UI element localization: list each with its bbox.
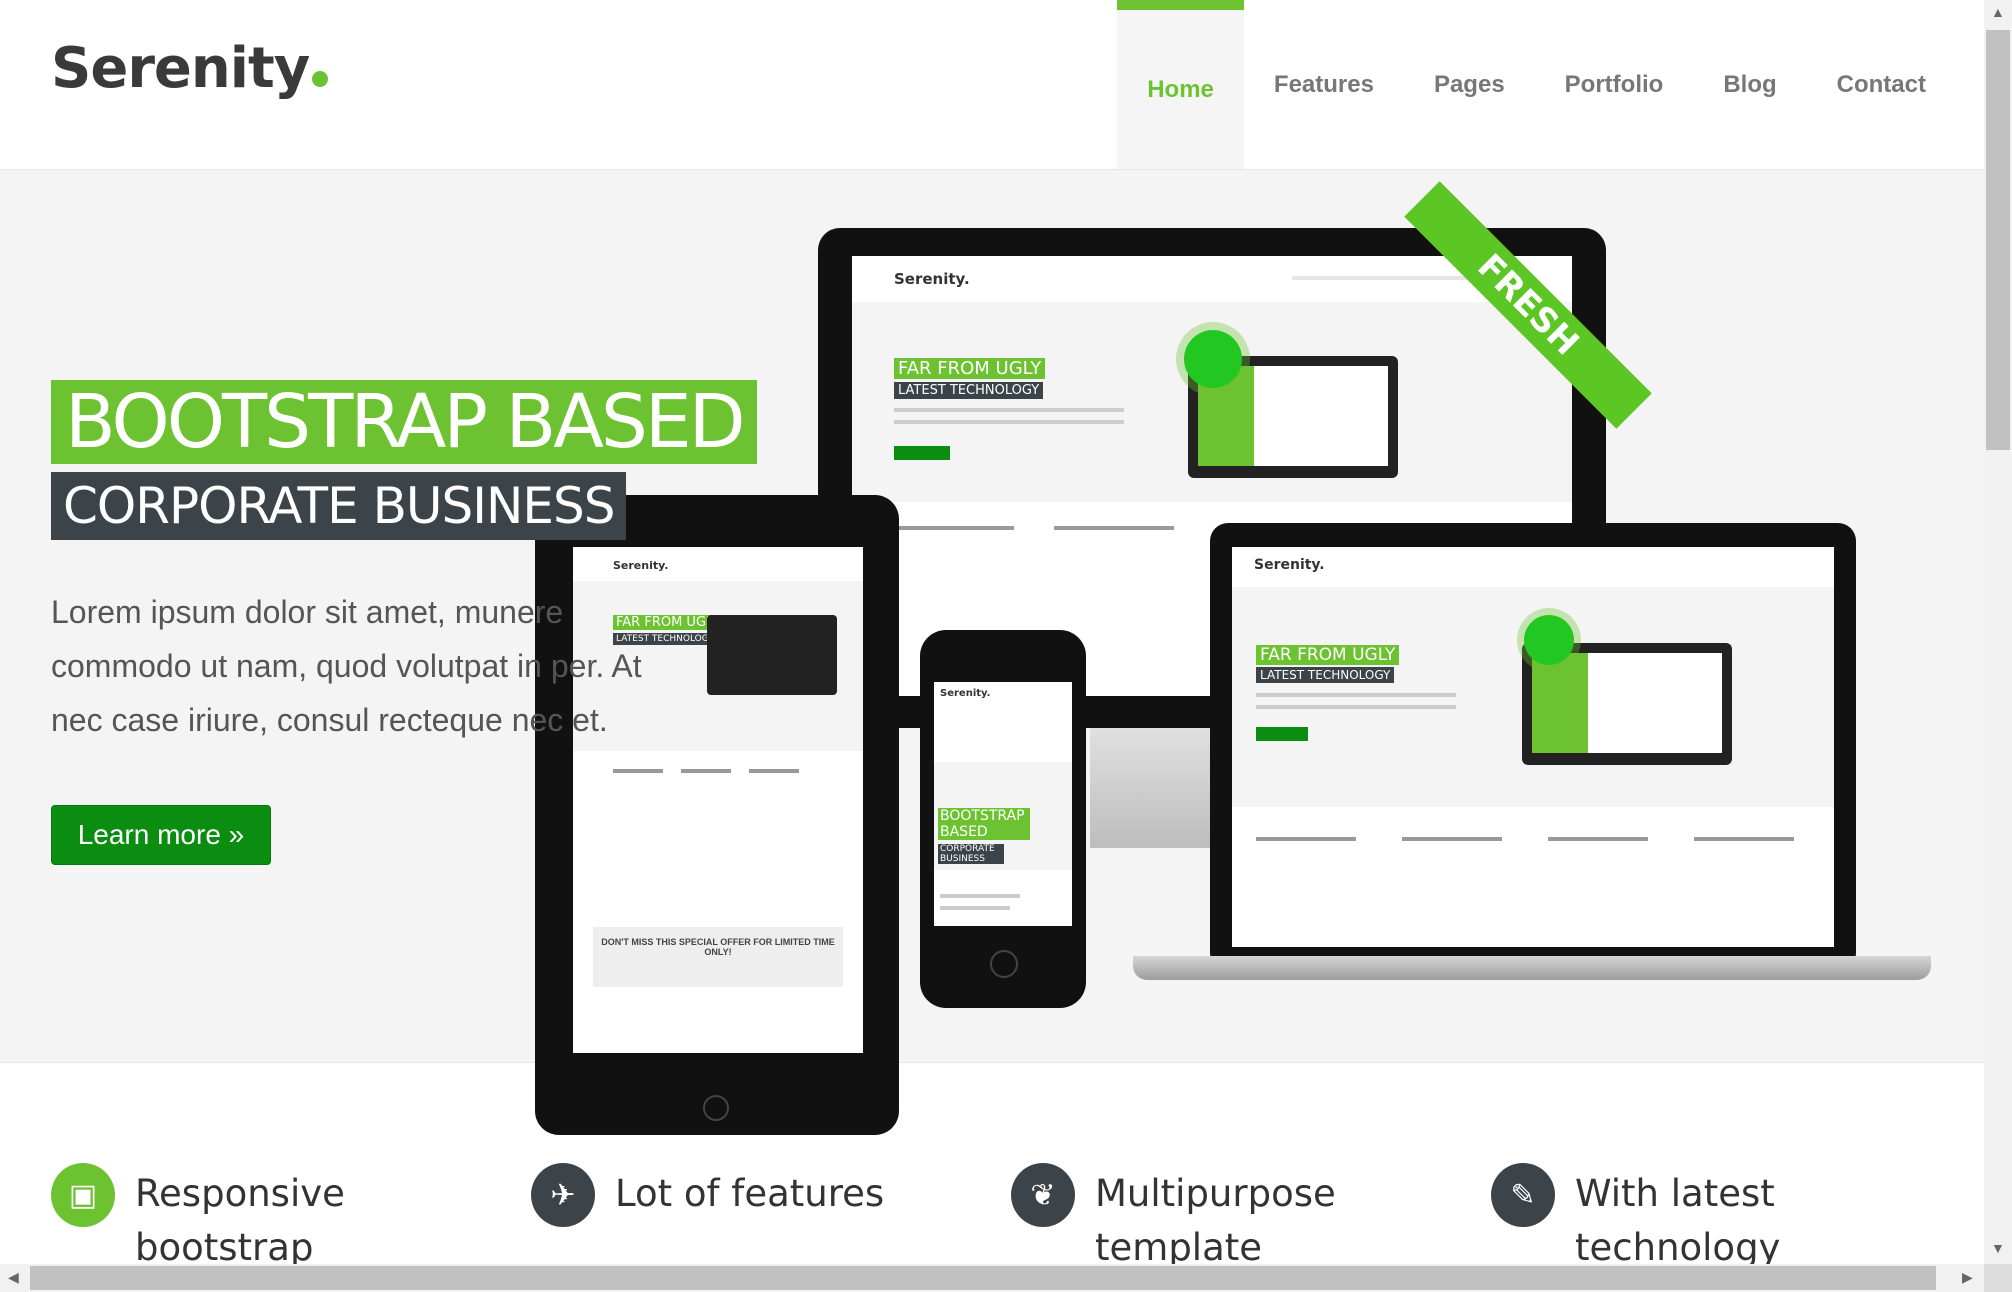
main-nav: Home Features Pages Portfolio Blog Conta…: [1117, 0, 1956, 169]
monitor-text-line: [894, 408, 1124, 412]
laptop-inner-panel: [1532, 653, 1588, 753]
monitor-mini-button: [894, 446, 950, 460]
monitor-green-label: FAR FROM UGLY: [894, 358, 1046, 379]
phone-text-line: [940, 894, 1020, 898]
monitor-logo: Serenity.: [894, 270, 970, 288]
laptop-base: [1133, 956, 1931, 980]
feature-title[interactable]: Responsive bootstrap: [135, 1167, 515, 1275]
tablet-feature-line: [613, 769, 663, 773]
laptop-dark-label: LATEST TECHNOLOGY: [1256, 667, 1395, 683]
phone-screen: Serenity. BOOTSTRAP BASED CORPORATE BUSI…: [934, 682, 1072, 926]
laptop-screen: Serenity. FAR FROM UGLY LATEST TECHNOLOG…: [1232, 547, 1834, 947]
tablet-offer-box: DON'T MISS THIS SPECIAL OFFER FOR LIMITE…: [593, 927, 843, 987]
laptop-green-label: FAR FROM UGLY: [1256, 645, 1400, 665]
laptop-text-line: [1256, 693, 1456, 697]
top-badge-icon: [1524, 615, 1574, 665]
horizontal-scroll-thumb[interactable]: [30, 1266, 1936, 1290]
nav-item-blog[interactable]: Blog: [1693, 0, 1806, 169]
feature-title[interactable]: Multipurpose template: [1095, 1167, 1475, 1275]
laptop-feature-line: [1694, 837, 1794, 841]
tablet-logo: Serenity.: [613, 559, 669, 572]
leaf-icon: ❦: [1011, 1163, 1075, 1227]
nav-item-pages[interactable]: Pages: [1404, 0, 1535, 169]
hero-headline-secondary: CORPORATE BUSINESS: [51, 472, 627, 540]
nav-item-contact[interactable]: Contact: [1807, 0, 1956, 169]
laptop-text-line: [1256, 705, 1456, 709]
nav-item-portfolio[interactable]: Portfolio: [1535, 0, 1694, 169]
phone-logo: Serenity.: [940, 688, 991, 699]
laptop-feature-line: [1548, 837, 1648, 841]
scroll-left-arrow-icon[interactable]: ◀: [8, 1269, 19, 1286]
monitor-dark-label: LATEST TECHNOLOGY: [894, 382, 1044, 399]
monitor-feature-line: [1054, 526, 1174, 530]
phone-dark-label: CORPORATE BUSINESS: [938, 844, 1004, 864]
laptop-inner-screen: [1532, 653, 1722, 753]
laptop-device: Serenity. FAR FROM UGLY LATEST TECHNOLOG…: [1210, 523, 1856, 971]
logo-text: Serenity: [51, 36, 310, 101]
laptop-feature-line: [1402, 837, 1502, 841]
site-header: Serenity Home Features Pages Portfolio B…: [0, 0, 1984, 170]
hero-headline-primary: BOOTSTRAP BASED: [51, 380, 757, 464]
laptop-mini-button: [1256, 727, 1308, 741]
monitor-text-line: [894, 420, 1124, 424]
logo-dot-icon: [312, 71, 329, 87]
phone-home-button: [990, 950, 1018, 978]
feature-title[interactable]: With latest technology: [1575, 1167, 1955, 1275]
feature-title[interactable]: Lot of features: [615, 1167, 995, 1221]
nav-item-features[interactable]: Features: [1244, 0, 1404, 169]
monitor-feature-line: [894, 526, 1014, 530]
nav-item-home[interactable]: Home: [1117, 0, 1244, 169]
phone-device: Serenity. BOOTSTRAP BASED CORPORATE BUSI…: [920, 630, 1086, 1008]
hero-body-text: Lorem ipsum dolor sit amet, munere commo…: [51, 594, 642, 738]
vertical-scroll-thumb[interactable]: [1986, 30, 2010, 450]
scroll-right-arrow-icon[interactable]: ▶: [1962, 1269, 1973, 1286]
phone-text-line: [940, 906, 1010, 910]
airplane-icon: ✈: [531, 1163, 595, 1227]
tablet-home-button: [703, 1095, 729, 1121]
hero-section: Serenity. FAR FROM UGLY LATEST TECHNOLOG…: [0, 170, 1984, 1135]
phone-green-label: BOOTSTRAP BASED: [938, 808, 1030, 840]
scroll-down-arrow-icon[interactable]: ▼: [1991, 1240, 2005, 1256]
wrench-icon: ✎: [1491, 1163, 1555, 1227]
briefcase-icon: ▣: [51, 1163, 115, 1227]
scroll-up-arrow-icon[interactable]: ▲: [1991, 4, 2005, 20]
learn-more-button[interactable]: Learn more »: [51, 805, 271, 865]
top-badge-icon: [1184, 330, 1242, 388]
tablet-inner-laptop: [707, 615, 837, 695]
scrollbar-corner: [1984, 1264, 2012, 1292]
laptop-feature-line: [1256, 837, 1356, 841]
tablet-offer-text: DON'T MISS THIS SPECIAL OFFER FOR LIMITE…: [601, 937, 835, 957]
tablet-feature-line: [749, 769, 799, 773]
logo[interactable]: Serenity: [51, 36, 329, 101]
tablet-feature-line: [681, 769, 731, 773]
laptop-logo: Serenity.: [1254, 557, 1325, 573]
